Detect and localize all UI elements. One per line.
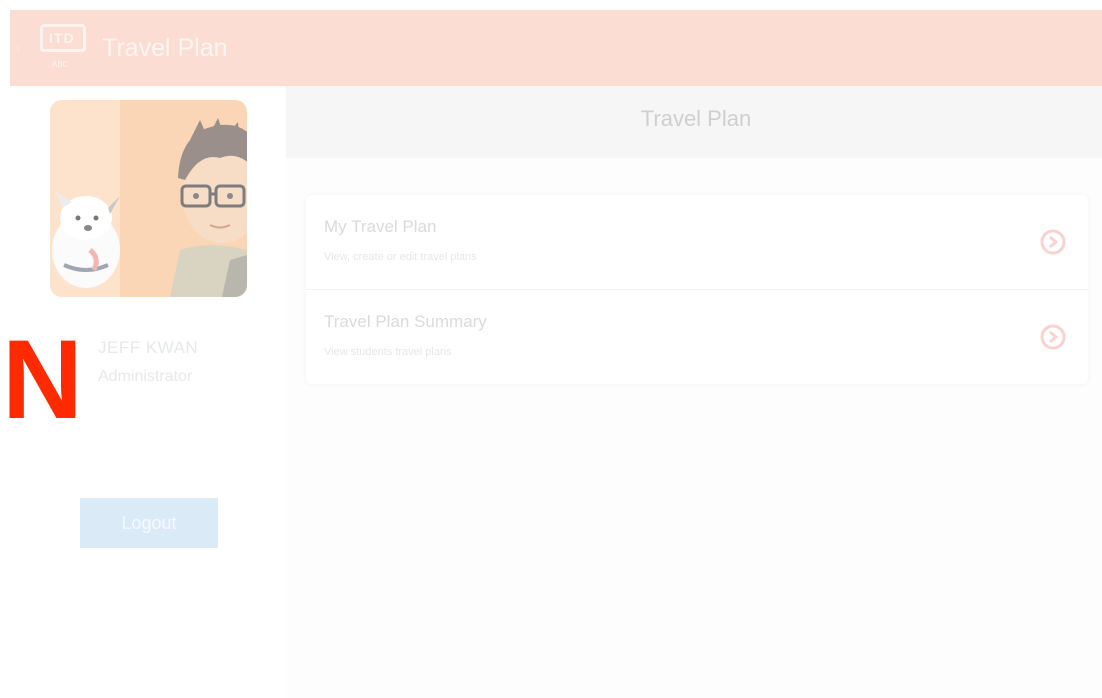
app-bar: ‹ ITD ABC Travel Plan [10,10,1102,86]
app-title: Travel Plan [102,34,228,62]
logout-button[interactable]: Logout [80,498,218,548]
chevron-left-icon[interactable]: ‹ [16,40,21,54]
logo-text: ITD [49,30,75,46]
logo-badge: ITD [40,24,86,52]
page-title: Travel Plan [640,106,752,131]
page-header: Travel Plan [286,86,1102,158]
app-logo: ITD ABC [40,24,86,70]
menu-item-title: My Travel Plan [324,217,437,236]
menu-item-my-travel-plan[interactable]: My Travel Plan View, create or edit trav… [306,195,1088,290]
arrow-circle-right-icon[interactable] [1040,324,1066,350]
menu-item-title: Travel Plan Summary [324,312,487,331]
menu-item-subtitle: View, create or edit travel plans [324,251,477,263]
avatar-illustration [50,100,247,297]
app-window: ‹ ITD ABC Travel Plan JEFF KWAN Administ… [0,0,1102,698]
logo-subtext: ABC [52,60,69,69]
overlay-letter: N [2,317,83,442]
menu-item-travel-plan-summary[interactable]: Travel Plan Summary View students travel… [306,290,1088,384]
menu-item-subtitle: View students travel plans [324,346,452,358]
user-name: JEFF KWAN [98,338,199,357]
user-role: Administrator [98,368,193,385]
avatar [50,100,247,297]
arrow-circle-right-icon[interactable] [1040,229,1066,255]
menu-card: My Travel Plan View, create or edit trav… [306,195,1088,384]
